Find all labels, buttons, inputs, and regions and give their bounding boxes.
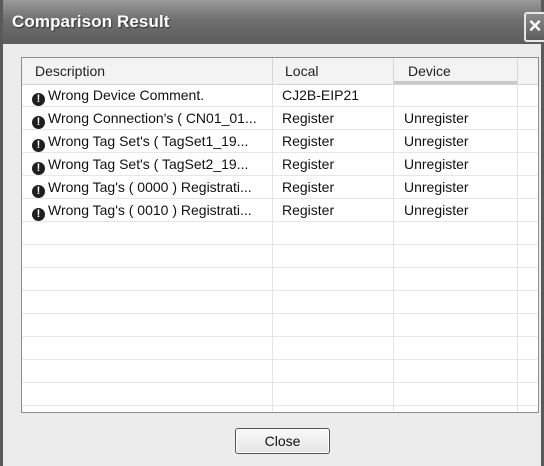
local-cell: Register <box>282 179 335 195</box>
description-cell: ! Wrong Tag Set's ( TagSet2_19... <box>32 153 270 175</box>
local-cell: Register <box>282 156 335 172</box>
description-text: Wrong Tag Set's ( TagSet2_19... <box>48 156 249 172</box>
empty-row <box>22 268 538 291</box>
column-header-device[interactable]: Device <box>393 58 517 84</box>
description-cell: ! Wrong Tag Set's ( TagSet1_19... <box>32 130 270 152</box>
empty-row <box>22 337 538 360</box>
empty-row <box>22 291 538 314</box>
empty-row <box>22 222 538 245</box>
description-text: Wrong Device Comment. <box>48 87 205 103</box>
description-cell: ! Wrong Tag's ( 0000 ) Registrati... <box>32 176 270 198</box>
local-cell: CJ2B-EIP21 <box>282 87 360 103</box>
description-text: Wrong Tag's ( 0010 ) Registrati... <box>48 202 252 218</box>
empty-row <box>22 383 538 406</box>
comparison-list[interactable]: Description Local Device ! Wrong Device C… <box>21 57 539 413</box>
list-item[interactable]: ! Wrong Tag's ( 0010 ) Registrati... Regi… <box>22 199 538 222</box>
warning-icon: ! <box>32 139 45 152</box>
device-cell: Unregister <box>404 156 469 172</box>
warning-icon: ! <box>32 185 45 198</box>
device-cell: Unregister <box>404 110 469 126</box>
description-text: Wrong Tag's ( 0000 ) Registrati... <box>48 179 252 195</box>
list-item[interactable]: ! Wrong Tag's ( 0000 ) Registrati... Regi… <box>22 176 538 199</box>
local-cell: Register <box>282 202 335 218</box>
dialog-title: Comparison Result <box>12 12 170 31</box>
close-icon[interactable]: × <box>524 12 544 42</box>
column-header-description[interactable]: Description <box>22 58 272 84</box>
close-button[interactable]: Close <box>235 428 330 454</box>
device-cell <box>404 84 514 106</box>
warning-icon: ! <box>32 208 45 221</box>
description-cell: ! Wrong Device Comment. <box>32 84 270 106</box>
empty-row <box>22 245 538 268</box>
comparison-result-dialog: Comparison Result × Description Local De… <box>0 0 544 466</box>
device-cell: Unregister <box>404 133 469 149</box>
title-bar: Comparison Result × <box>3 0 544 44</box>
warning-icon: ! <box>32 162 45 175</box>
column-divider <box>272 84 273 412</box>
column-header-local[interactable]: Local <box>272 58 392 84</box>
description-cell: ! Wrong Connection's ( CN01_01... <box>32 107 270 129</box>
warning-icon: ! <box>32 116 45 129</box>
column-divider <box>517 84 518 412</box>
description-text: Wrong Tag Set's ( TagSet1_19... <box>48 133 249 149</box>
local-cell: Register <box>282 133 335 149</box>
column-divider <box>393 84 394 412</box>
list-item[interactable]: ! Wrong Tag Set's ( TagSet2_19... Registe… <box>22 153 538 176</box>
local-cell: Register <box>282 110 335 126</box>
description-cell: ! Wrong Tag's ( 0010 ) Registrati... <box>32 199 270 221</box>
empty-row <box>22 314 538 337</box>
warning-icon: ! <box>32 93 45 106</box>
list-item[interactable]: ! Wrong Tag Set's ( TagSet1_19... Registe… <box>22 130 538 153</box>
description-text: Wrong Connection's ( CN01_01... <box>48 110 257 126</box>
empty-row <box>22 360 538 383</box>
device-cell: Unregister <box>404 202 469 218</box>
list-item[interactable]: ! Wrong Device Comment. CJ2B-EIP21 <box>22 84 538 107</box>
device-cell: Unregister <box>404 179 469 195</box>
column-header-filler <box>517 58 538 84</box>
list-item[interactable]: ! Wrong Connection's ( CN01_01... Registe… <box>22 107 538 130</box>
list-header: Description Local Device <box>22 58 538 85</box>
